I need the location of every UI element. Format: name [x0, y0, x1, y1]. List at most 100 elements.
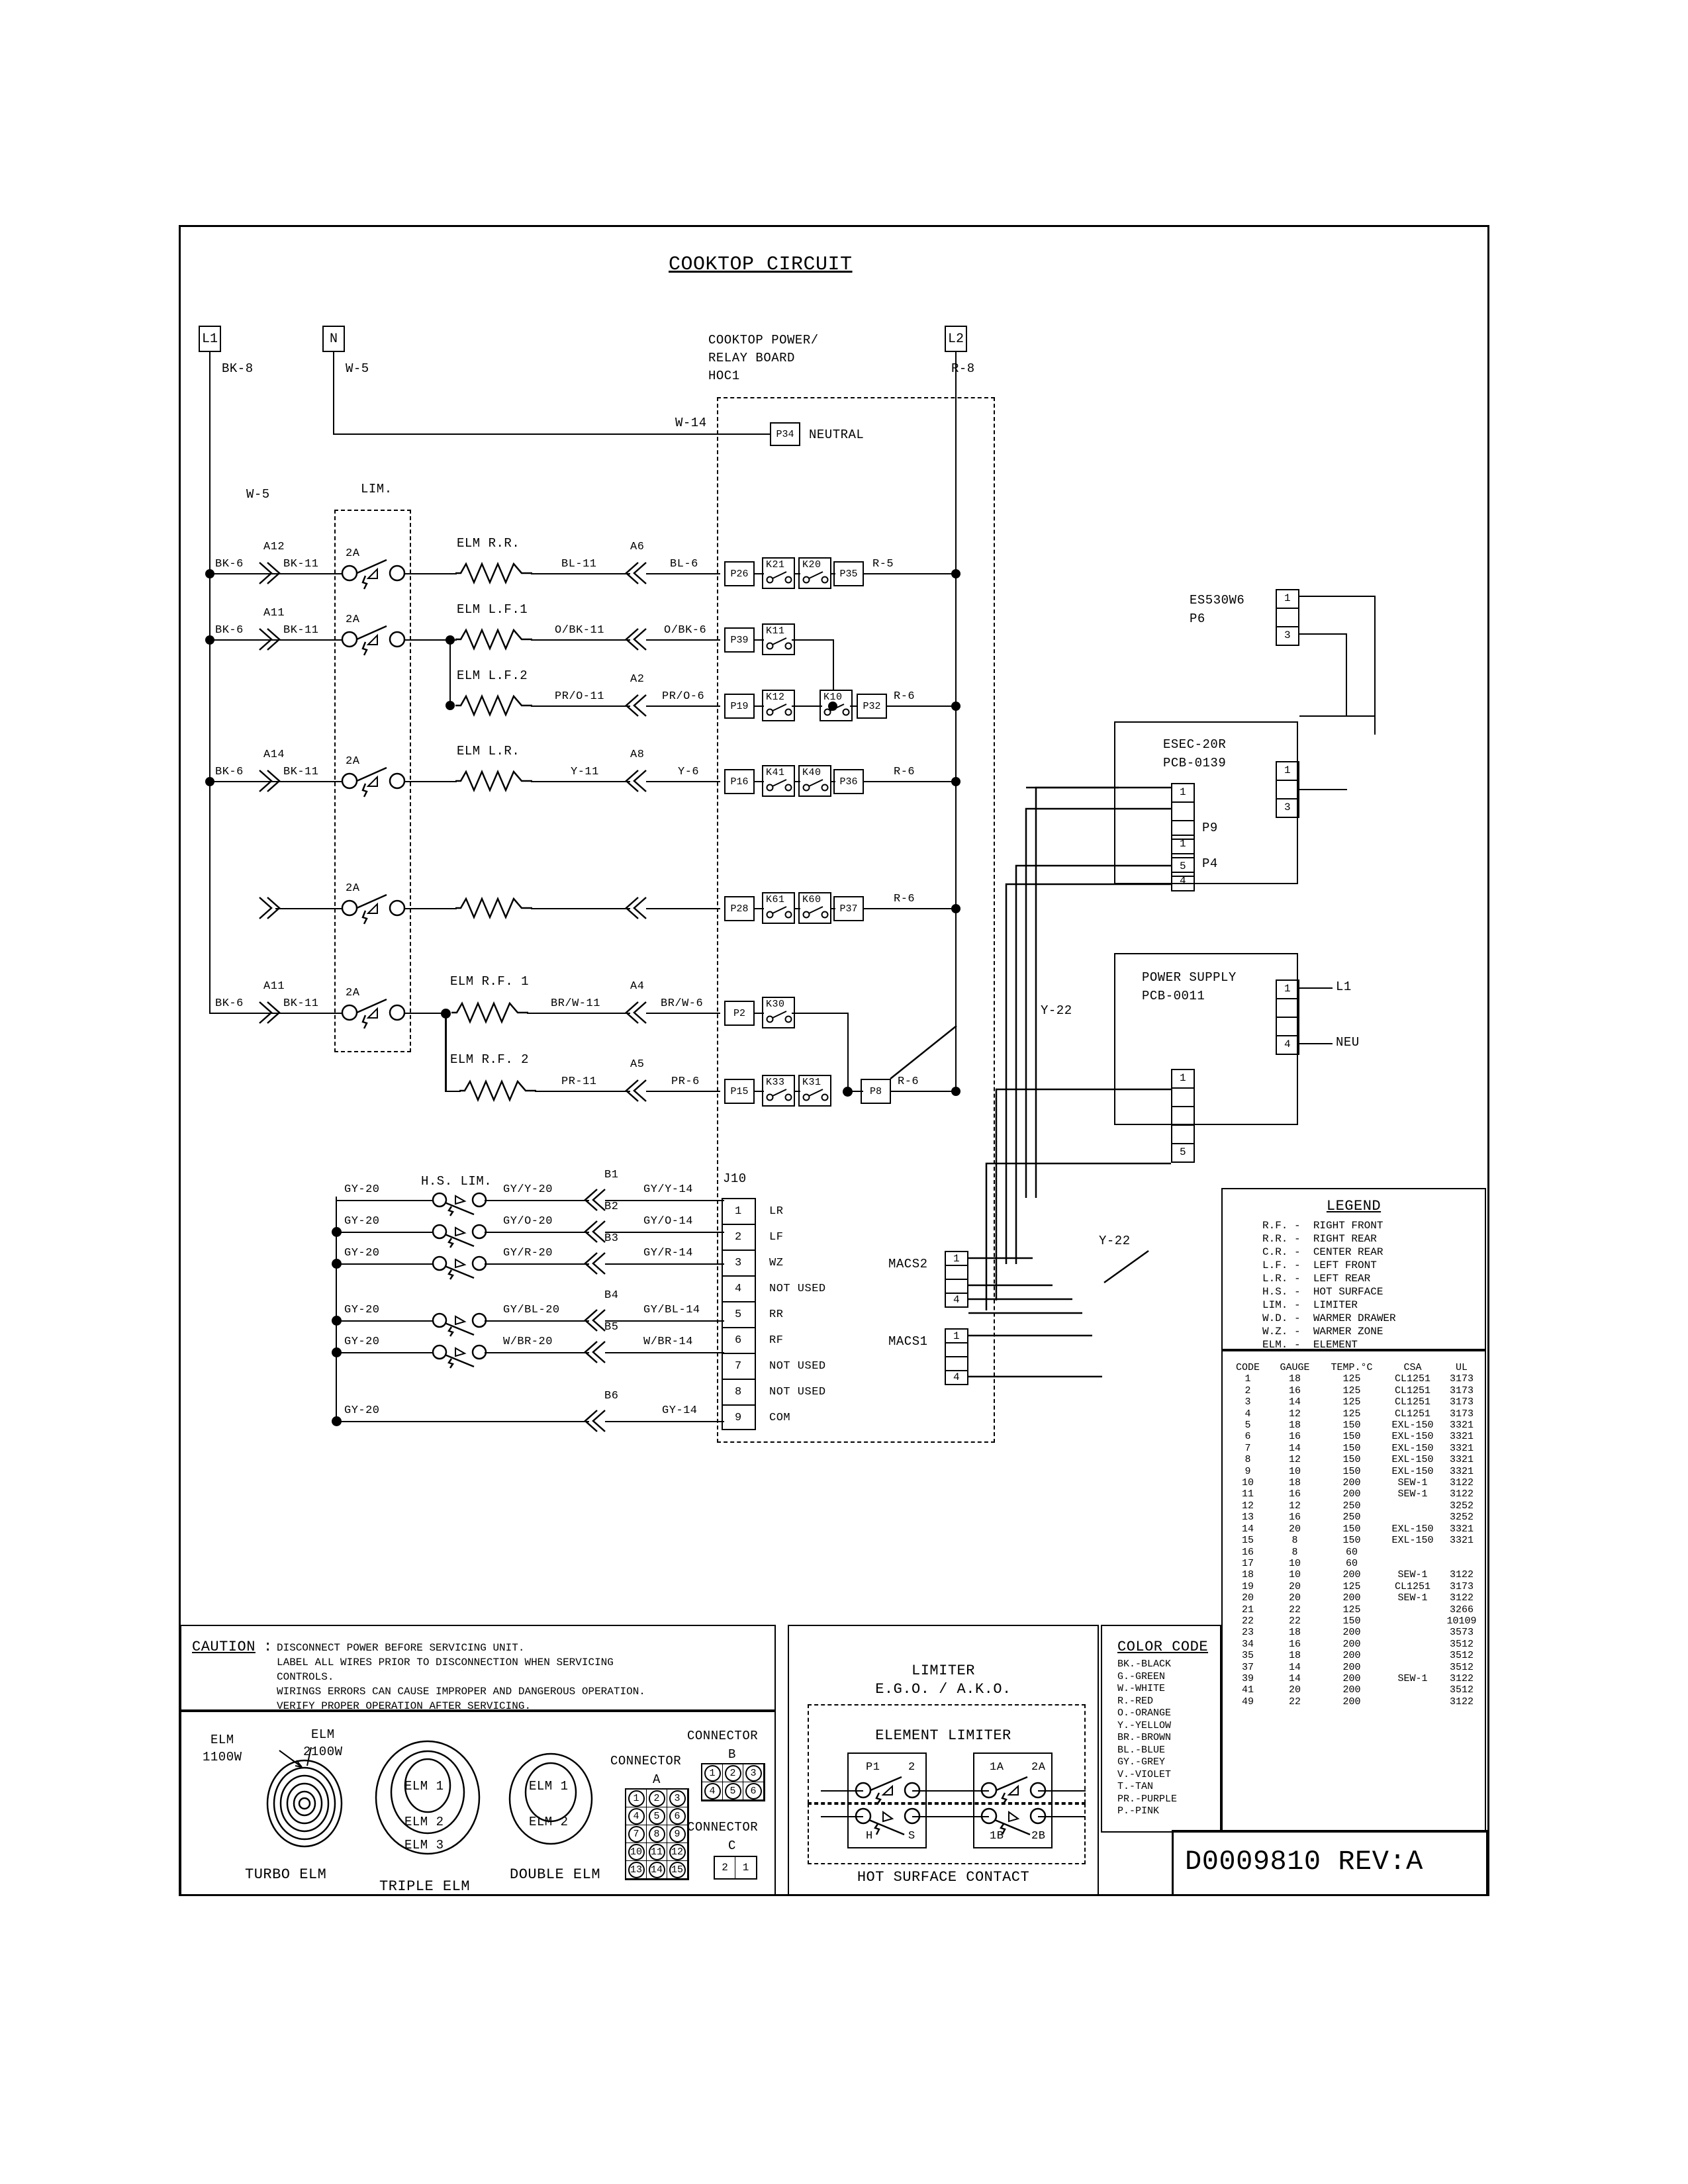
- connector-pin-circle: 15: [669, 1861, 686, 1878]
- es530w6-pin-top: 1: [1284, 592, 1291, 604]
- relay-board-name-2: RELAY BOARD: [708, 351, 795, 365]
- p9-label: P9: [1202, 821, 1218, 835]
- connector-arrow-icon: [625, 770, 647, 792]
- table-cell: [1383, 1696, 1442, 1707]
- limiter-switch-icon: [341, 559, 406, 590]
- limiter-switch-icon: [341, 893, 406, 925]
- table-cell: 3573: [1449, 1627, 1474, 1639]
- color-code-entry: BR.-BROWN: [1117, 1732, 1172, 1743]
- limiter-group-label: LIM.: [361, 482, 393, 496]
- caution-line: LABEL ALL WIRES PRIOR TO DISCONNECTION W…: [277, 1657, 614, 1668]
- j10-pin-name: NOT USED: [769, 1360, 826, 1373]
- hs-out-wire: W/BR-20: [503, 1336, 553, 1348]
- hs-row-wire: [605, 1263, 724, 1265]
- hot-surface-switch-icon: [432, 1192, 487, 1216]
- table-row: 13 16 250 3252: [1226, 1512, 1481, 1523]
- connector-pin-cell: 1: [702, 1764, 723, 1782]
- table-cell: 200: [1342, 1627, 1361, 1639]
- table-cell: 39: [1241, 1672, 1254, 1684]
- terminal-l2: L2: [945, 326, 967, 352]
- table-row: 35 18 200 3512: [1226, 1650, 1481, 1661]
- resistor-element-icon: [455, 561, 532, 585]
- table-cell: 3512: [1449, 1661, 1474, 1673]
- table-cell: [1383, 1650, 1442, 1661]
- table-cell: SEW-1: [1397, 1569, 1428, 1581]
- table-row: 10 18 200 SEW-1 3122: [1226, 1477, 1481, 1488]
- table-row: 37 14 200 3512: [1226, 1662, 1481, 1673]
- relay-k41: K41: [762, 765, 795, 797]
- es530w6-name: ES530W6: [1190, 593, 1245, 608]
- connector-pin-cell: 3: [743, 1764, 764, 1782]
- color-code-entry: T.-TAN: [1117, 1781, 1154, 1792]
- relay-k11: K11: [762, 623, 795, 655]
- table-row: 3 14 125 CL1251 3173: [1226, 1396, 1481, 1408]
- connector-pin-cell: 2: [647, 1790, 667, 1807]
- row6-in-wire: BR/W-6: [661, 997, 704, 1010]
- table-cell: EXL-150: [1391, 1465, 1434, 1477]
- table-cell: 18: [1288, 1373, 1301, 1385]
- table-cell: [1383, 1500, 1442, 1512]
- hs-out-wire: GY/Y-20: [503, 1183, 553, 1196]
- l1-wire-label: BK-8: [222, 361, 254, 376]
- relay-label: K11: [766, 625, 785, 637]
- triple-r3: ELM 3: [404, 1838, 444, 1852]
- table-cell: 150: [1342, 1454, 1361, 1466]
- row-wire: [404, 573, 457, 574]
- j10-divider: [722, 1404, 756, 1406]
- caution-line: DISCONNECT POWER BEFORE SERVICING UNIT.: [277, 1642, 525, 1654]
- table-row: 15 8 150 EXL-150 3321: [1226, 1535, 1481, 1546]
- pin-p16: P16: [724, 769, 755, 794]
- n-branch-wire-label: W-5: [246, 487, 270, 502]
- row-wire: [864, 573, 960, 574]
- table-row: 7 14 150 EXL-150 3321: [1226, 1443, 1481, 1454]
- limiter-right-br: 2B: [1031, 1830, 1046, 1843]
- es530w6-pin-bottom: 3: [1284, 629, 1291, 641]
- connector-divider: [1276, 626, 1299, 627]
- j10-pin-number: 4: [735, 1283, 742, 1295]
- resistor-element-icon: [455, 627, 532, 651]
- ps-neu-label: NEU: [1336, 1035, 1360, 1050]
- table-cell: 14: [1241, 1523, 1254, 1535]
- table-cell: 5: [1244, 1420, 1251, 1432]
- row-wire: [404, 908, 457, 909]
- caution-title: CAUTION: [192, 1639, 256, 1655]
- table-cell: 8: [1291, 1535, 1298, 1547]
- gauge-table-header: TEMP.°C: [1331, 1362, 1373, 1373]
- row3-out-wire: PR/O-11: [555, 690, 604, 703]
- row2-left-wire: BK-6: [215, 624, 244, 637]
- resistor-element-icon: [459, 1079, 536, 1103]
- connector-pin-circle: 13: [628, 1861, 645, 1878]
- limiter-wire: [1038, 1790, 1086, 1792]
- resistor-element-icon: [455, 769, 532, 793]
- table-cell: 12: [1241, 1500, 1254, 1512]
- double-r1: ELM 1: [529, 1779, 569, 1794]
- row6-mid-wire: BK-11: [283, 997, 319, 1010]
- table-cell: 3: [1244, 1396, 1251, 1408]
- row-wire: [831, 573, 835, 574]
- table-row: 14 20 150 EXL-150 3321: [1226, 1524, 1481, 1535]
- row2-splice: A11: [263, 607, 285, 619]
- table-cell: [1383, 1512, 1442, 1523]
- table-cell: 21: [1241, 1604, 1254, 1615]
- row-wire: [646, 908, 720, 909]
- limiter-switch-icon: [341, 766, 406, 797]
- row-wire: [795, 573, 800, 574]
- caution-colon: :: [263, 1639, 273, 1655]
- table-cell: [1383, 1627, 1442, 1638]
- row-wire: [831, 908, 835, 909]
- table-cell: 37: [1241, 1661, 1254, 1673]
- row-wire: [755, 1091, 764, 1092]
- connector-arrow-icon: [584, 1309, 606, 1332]
- relay-k61: K61: [762, 892, 795, 924]
- table-cell: 7: [1244, 1442, 1251, 1454]
- connector-pin-circle: 3: [745, 1764, 762, 1782]
- row-wire: [755, 908, 764, 909]
- table-row: 19 20 125 CL1251 3173: [1226, 1581, 1481, 1592]
- connector-b-grid: 123 456: [701, 1763, 765, 1801]
- macs-harness: [968, 1250, 1149, 1378]
- relay-label: K21: [766, 559, 785, 570]
- table-cell: 18: [1288, 1650, 1301, 1662]
- table-row: 11 16 200 SEW-1 3122: [1226, 1488, 1481, 1500]
- row6-out-wire: BR/W-11: [551, 997, 600, 1010]
- connector-divider: [945, 1342, 968, 1343]
